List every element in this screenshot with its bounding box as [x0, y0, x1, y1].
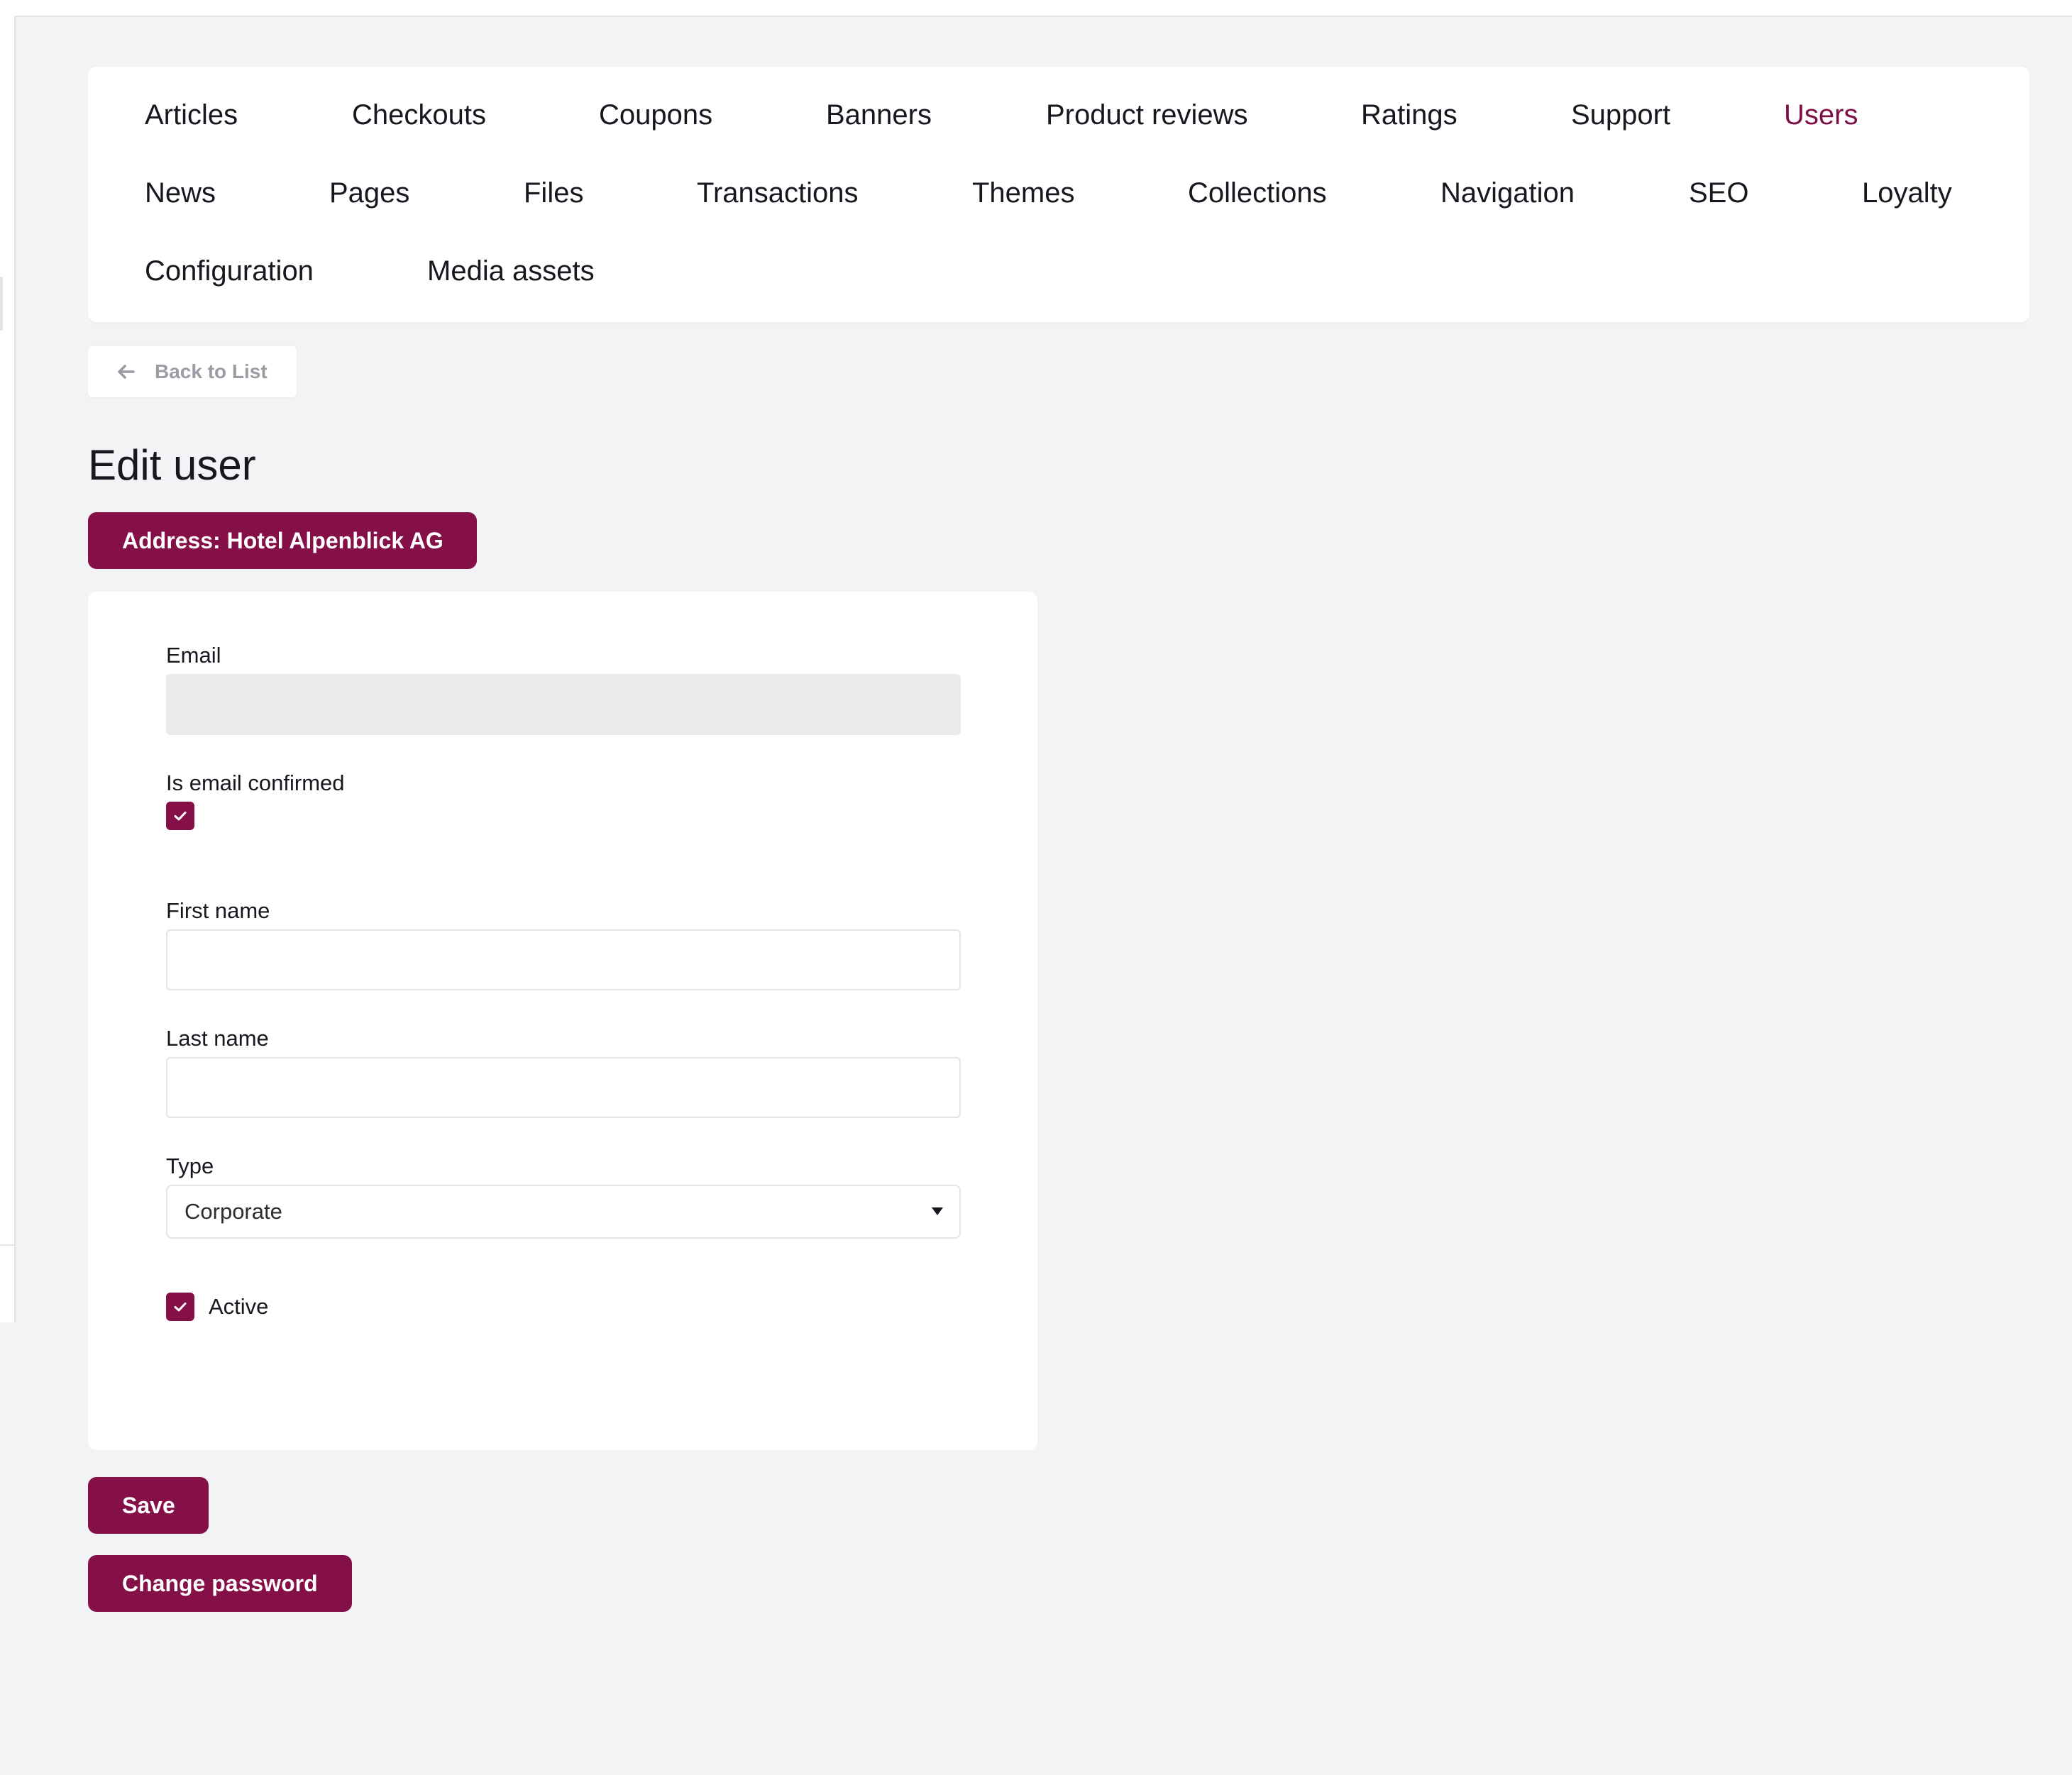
change-password-button[interactable]: Change password	[88, 1555, 352, 1612]
nav-item-navigation[interactable]: Navigation	[1440, 176, 1575, 210]
active-checkbox[interactable]	[166, 1293, 194, 1321]
nav-item-media-assets[interactable]: Media assets	[427, 254, 595, 288]
type-label: Type	[166, 1154, 214, 1178]
module-navigation: Articles Checkouts Coupons Banners Produ…	[88, 67, 2029, 322]
type-select[interactable]: Corporate	[166, 1185, 961, 1239]
left-rail	[0, 16, 16, 1322]
last-name-field[interactable]	[166, 1057, 961, 1118]
nav-item-coupons[interactable]: Coupons	[599, 98, 712, 132]
save-button[interactable]: Save	[88, 1477, 209, 1534]
last-name-label: Last name	[166, 1026, 269, 1051]
back-to-list-label: Back to List	[155, 360, 268, 382]
checkmark-icon	[174, 1303, 187, 1312]
email-field[interactable]	[166, 674, 961, 735]
nav-item-configuration[interactable]: Configuration	[145, 254, 314, 288]
user-form-card: Email Is email confirmed First name Last…	[88, 592, 1037, 1450]
nav-item-collections[interactable]: Collections	[1188, 176, 1327, 210]
nav-item-loyalty[interactable]: Loyalty	[1862, 176, 1952, 210]
back-to-list-button[interactable]: Back to List	[88, 346, 297, 397]
rail-marker	[0, 277, 3, 331]
nav-item-seo[interactable]: SEO	[1689, 176, 1748, 210]
first-name-label: First name	[166, 898, 270, 923]
nav-item-product-reviews[interactable]: Product reviews	[1046, 98, 1248, 132]
type-select-value: Corporate	[184, 1199, 282, 1224]
top-bar	[0, 0, 2072, 17]
nav-item-banners[interactable]: Banners	[826, 98, 932, 132]
email-confirmed-label: Is email confirmed	[166, 770, 345, 795]
address-button[interactable]: Address: Hotel Alpenblick AG	[88, 512, 477, 569]
nav-item-users[interactable]: Users	[1784, 98, 1858, 132]
email-label: Email	[166, 643, 221, 668]
nav-item-articles[interactable]: Articles	[145, 98, 238, 132]
active-label[interactable]: Active	[209, 1293, 268, 1321]
caret-down-icon	[932, 1207, 943, 1215]
first-name-field[interactable]	[166, 929, 961, 990]
nav-item-support[interactable]: Support	[1571, 98, 1670, 132]
nav-item-ratings[interactable]: Ratings	[1361, 98, 1457, 132]
checkmark-icon	[174, 812, 187, 821]
email-confirmed-checkbox[interactable]	[166, 802, 194, 830]
nav-item-checkouts[interactable]: Checkouts	[352, 98, 486, 132]
page-title: Edit user	[88, 441, 256, 489]
nav-item-themes[interactable]: Themes	[972, 176, 1075, 210]
nav-item-files[interactable]: Files	[524, 176, 583, 210]
nav-item-news[interactable]: News	[145, 176, 216, 210]
nav-item-transactions[interactable]: Transactions	[697, 176, 859, 210]
arrow-left-icon	[118, 365, 135, 379]
nav-item-pages[interactable]: Pages	[329, 176, 409, 210]
rail-divider	[0, 1244, 14, 1246]
